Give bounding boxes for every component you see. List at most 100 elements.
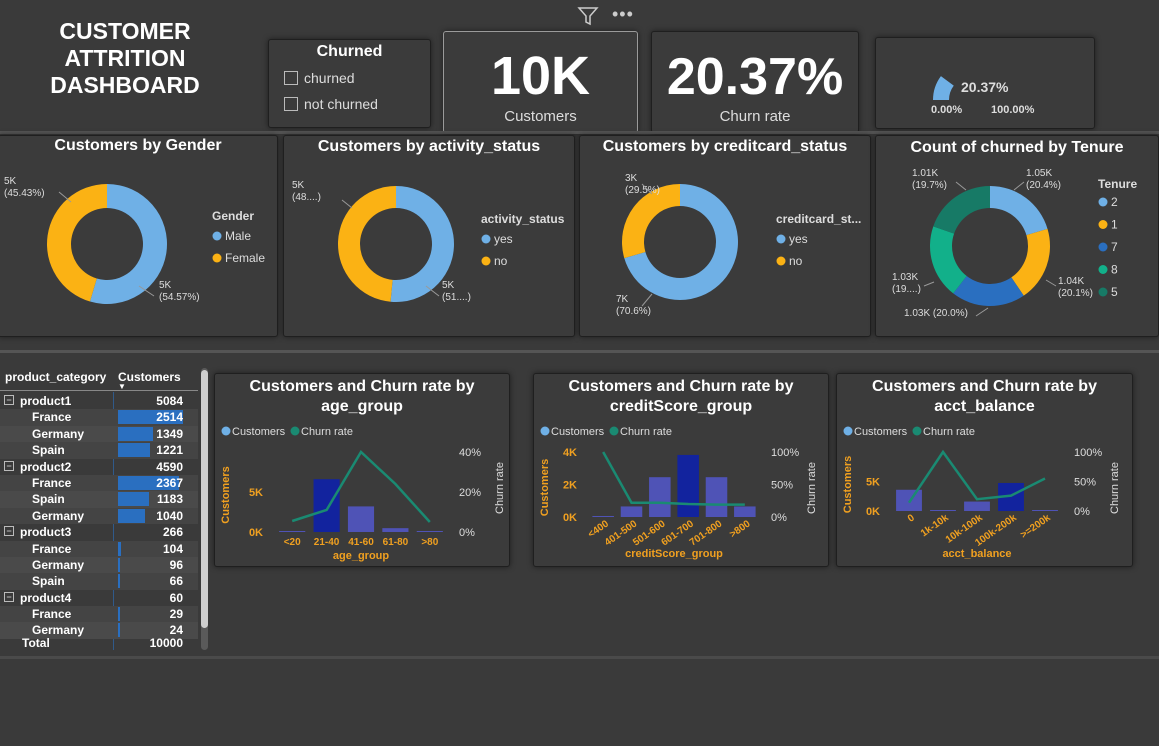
bar-601-700[interactable] (677, 454, 699, 517)
y2-tick-label: 50% (1074, 477, 1096, 489)
kpi-churn-label: Churn rate (719, 108, 791, 125)
bar->800[interactable] (734, 506, 756, 517)
y2-tick-label: 0% (771, 512, 787, 524)
bar->=200k[interactable] (1032, 510, 1058, 511)
product-category-table: product_category Customers ▼ − product1 50… (0, 366, 208, 652)
legend-marker[interactable] (1098, 197, 1108, 207)
legend-marker[interactable] (212, 231, 222, 241)
legend-marker[interactable] (221, 426, 231, 436)
legend-item[interactable]: 5 (1111, 285, 1118, 299)
checkbox-icon[interactable] (284, 97, 298, 111)
legend-marker[interactable] (481, 256, 491, 266)
legend-marker[interactable] (776, 234, 786, 244)
collapse-icon[interactable]: − (4, 460, 14, 471)
legend-item[interactable]: Male (225, 229, 251, 243)
legend-marker[interactable] (1098, 287, 1108, 297)
bar-1k-10k[interactable] (930, 510, 956, 511)
legend-item[interactable]: Churn rate (620, 426, 672, 438)
table-group-row[interactable]: − product2 4590 (0, 459, 198, 475)
table-row[interactable]: Spain 1183 (0, 491, 198, 508)
bar-<20[interactable] (279, 531, 306, 532)
legend-item[interactable]: Female (225, 251, 265, 265)
checkbox-icon[interactable] (284, 71, 298, 85)
x-tick-label: 701-800 (688, 518, 725, 548)
table-group-row[interactable]: − product4 60 (0, 590, 198, 606)
section-divider (0, 350, 1159, 353)
row-label: Germany (32, 508, 85, 523)
collapse-icon[interactable]: − (4, 395, 14, 405)
legend-marker[interactable] (609, 426, 619, 436)
x-tick-label: 0 (906, 512, 917, 524)
donut-slice[interactable] (1011, 228, 1050, 296)
legend-item[interactable]: yes (789, 232, 808, 246)
legend-marker[interactable] (1098, 220, 1108, 229)
legend-item[interactable]: 7 (1111, 240, 1118, 254)
legend-item[interactable]: Customers (551, 426, 605, 438)
legend-marker[interactable] (290, 426, 300, 436)
bar-10k-100k[interactable] (964, 501, 990, 511)
legend-marker[interactable] (481, 234, 491, 244)
table-row[interactable]: France 29 (0, 606, 198, 623)
churn-rate-line[interactable] (907, 449, 1046, 504)
legend-item[interactable]: 8 (1111, 263, 1118, 277)
table-group-row[interactable]: − product3 266 (0, 524, 198, 540)
gender-donut-chart: 5K(54.57%)5K(45.43%)GenderMaleFemale (4, 176, 265, 304)
slice-percent-label: (45.43%) (4, 188, 45, 199)
legend-marker[interactable] (843, 426, 853, 436)
legend-marker[interactable] (540, 426, 550, 436)
donut-slice[interactable] (933, 186, 990, 234)
legend-item[interactable]: Churn rate (301, 426, 353, 438)
slicer-option-churned[interactable]: churned (284, 70, 355, 86)
legend-item[interactable]: no (789, 254, 803, 268)
table-row[interactable]: Spain 1221 (0, 442, 198, 459)
table-header-customers[interactable]: Customers (118, 370, 181, 384)
table-row[interactable]: France 104 (0, 540, 198, 557)
bar-21-40[interactable] (313, 479, 340, 532)
legend-marker[interactable] (776, 256, 786, 266)
y2-axis-title: Churn rate (806, 462, 818, 514)
table-scrollbar[interactable] (201, 368, 208, 650)
creditcard-donut-chart: 7K(70.6%) 3K(29.5%) creditcard_st...yes no (616, 173, 861, 317)
legend-item[interactable]: yes (494, 232, 513, 246)
dashboard-title: CUSTOMER ATTRITION DASHBOARD (20, 18, 230, 99)
bar-401-500[interactable] (620, 506, 643, 517)
gauge-max-label: 100.00% (991, 104, 1035, 116)
collapse-icon[interactable]: − (4, 591, 14, 602)
donut-slice[interactable] (953, 276, 1024, 306)
bar-501-600[interactable] (649, 477, 671, 517)
table-row[interactable]: France 2367 (0, 474, 198, 492)
legend-item[interactable]: Customers (854, 426, 908, 438)
legend-item[interactable]: 2 (1111, 195, 1118, 209)
legend-item[interactable]: Customers (232, 426, 286, 438)
more-options-icon[interactable]: ••• (612, 4, 634, 25)
bar-<400[interactable] (592, 516, 614, 517)
bar-61-80[interactable] (382, 528, 409, 532)
table-scrollbar-thumb[interactable] (201, 370, 208, 628)
row-label: Spain (32, 574, 65, 589)
bar->80[interactable] (416, 531, 443, 532)
slicer-option-not-churned[interactable]: not churned (284, 96, 378, 112)
legend-marker[interactable] (212, 253, 222, 263)
legend-item[interactable]: Churn rate (923, 426, 975, 438)
legend-item[interactable]: no (494, 254, 508, 268)
legend-marker[interactable] (912, 426, 922, 436)
table-header-category[interactable]: product_category (5, 370, 106, 384)
donut-slice[interactable] (990, 186, 1048, 236)
bar-0[interactable] (896, 489, 922, 511)
table-row[interactable]: France 2514 (0, 409, 198, 426)
filter-icon[interactable] (577, 6, 599, 26)
table-group-row[interactable]: − product1 5084 (0, 393, 198, 409)
table-row[interactable]: Germany 1040 (0, 507, 198, 525)
x-tick-label: >800 (728, 518, 753, 540)
y2-tick-label: 40% (459, 447, 481, 459)
bar-701-800[interactable] (705, 477, 728, 517)
legend-item[interactable]: 1 (1111, 218, 1118, 232)
legend-marker[interactable] (1098, 242, 1108, 252)
bar-41-60[interactable] (347, 506, 375, 532)
legend-marker[interactable] (1098, 265, 1108, 274)
table-row[interactable]: Germany 96 (0, 556, 198, 574)
table-row[interactable]: Germany 1349 (0, 425, 198, 443)
table-row[interactable]: Spain 66 (0, 573, 198, 590)
collapse-icon[interactable]: − (4, 526, 14, 537)
title-line-2: ATTRITION (64, 45, 186, 71)
